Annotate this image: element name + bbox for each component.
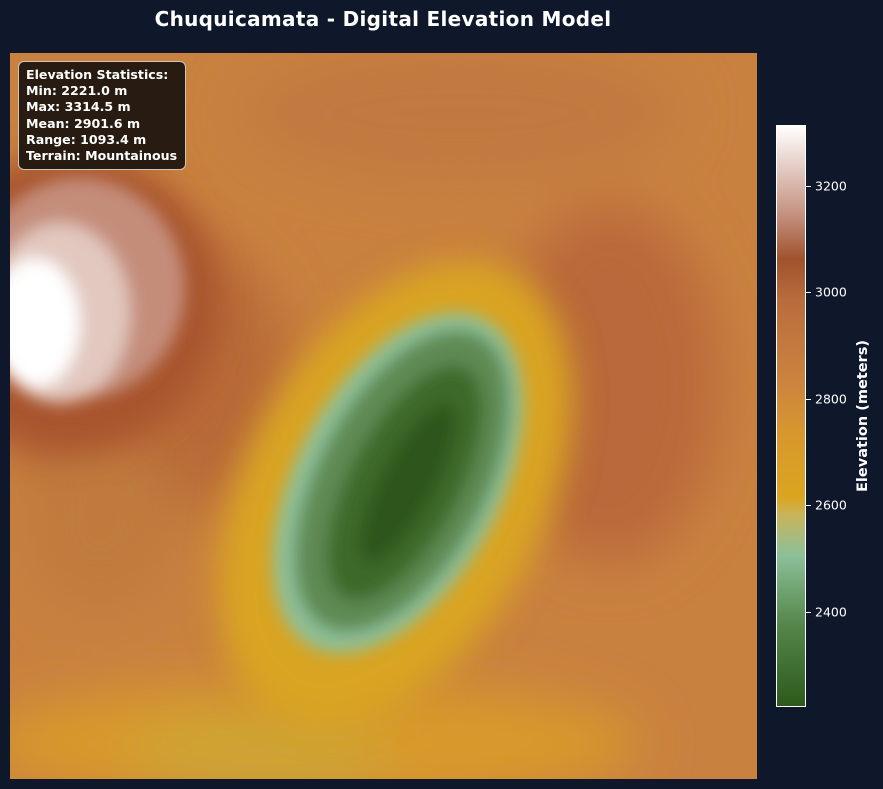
colorbar-tick	[806, 185, 811, 187]
map-title: Chuquicamata - Digital Elevation Model	[154, 7, 612, 31]
stats-terrain: Terrain: Mountainous	[26, 148, 178, 164]
colorbar-tick	[806, 505, 811, 507]
stats-max: Max: 3314.5 m	[26, 99, 131, 115]
colorbar-tick-label: 2400	[815, 604, 847, 620]
colorbar-label: Elevation (meters)	[855, 340, 871, 492]
stats-min: Min: 2221.0 m	[26, 83, 128, 99]
colorbar-tick-label: 3000	[815, 284, 847, 300]
stats-mean: Mean: 2901.6 m	[26, 115, 141, 131]
stats-heading: Elevation Statistics:	[26, 67, 169, 82]
colorbar-tick	[806, 611, 811, 613]
colorbar-tick-label: 3200	[815, 178, 847, 194]
colorbar-tick-label: 2800	[815, 391, 847, 407]
colorbar-tick	[806, 398, 811, 400]
colorbar-tick-label: 2600	[815, 497, 847, 513]
stats-range: Range: 1093.4 m	[26, 131, 147, 147]
elevation-map[interactable]: Elevation Statistics: Min: 2221.0 m Max:…	[10, 53, 757, 779]
colorbar-gradient	[776, 125, 806, 707]
elevation-colorbar: 2400 2600 2800 3000 3200	[776, 125, 847, 707]
colorbar-tick	[806, 292, 811, 294]
elevation-stats-box: Elevation Statistics: Min: 2221.0 m Max:…	[18, 61, 187, 171]
